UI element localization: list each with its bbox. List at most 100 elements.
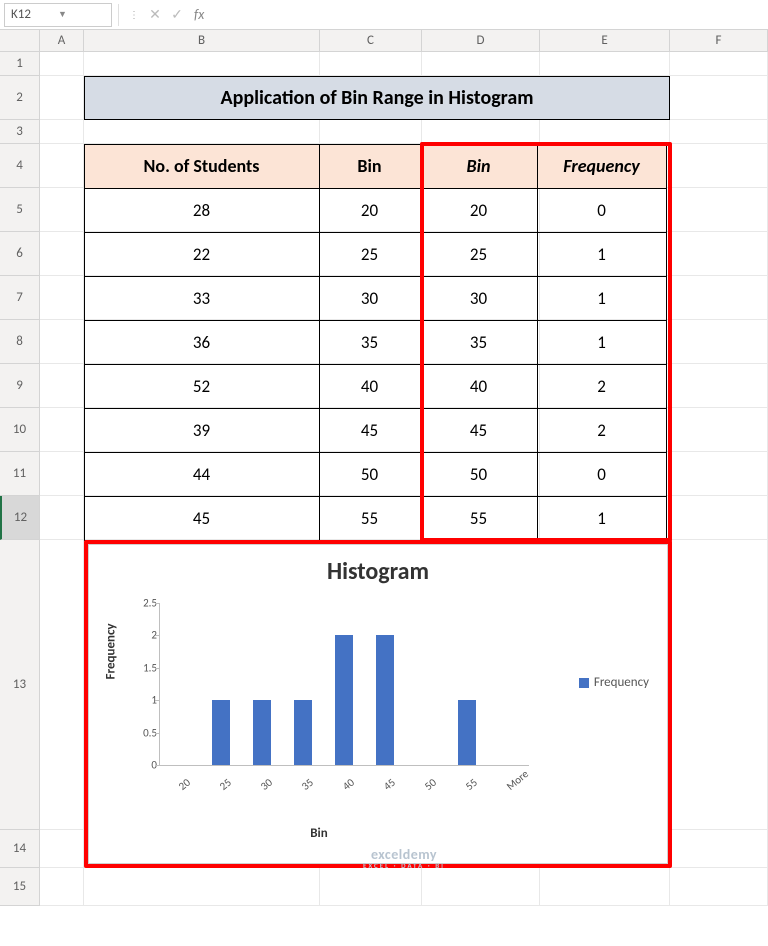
row-header[interactable]: 7: [0, 276, 39, 320]
table-cell[interactable]: 45: [420, 408, 538, 453]
table-cell[interactable]: 50: [420, 452, 538, 497]
chart-bar: [253, 700, 271, 765]
table-cell[interactable]: 25: [420, 232, 538, 277]
y-tick-mark: [155, 733, 159, 734]
table-row: 3635351: [84, 320, 666, 364]
legend-label: Frequency: [594, 675, 649, 690]
table-cell[interactable]: 35: [319, 320, 421, 365]
name-box[interactable]: K12 ▼: [4, 3, 112, 27]
bars-area: [159, 603, 529, 765]
table-row: 2820200: [84, 188, 666, 232]
dots-icon: ⋮: [129, 8, 140, 21]
table-cell[interactable]: 1: [537, 320, 667, 365]
table-cell[interactable]: 44: [84, 452, 320, 497]
table-header[interactable]: No. of Students: [84, 144, 320, 189]
row-header-selected[interactable]: 12: [0, 496, 39, 540]
table-cell[interactable]: 45: [319, 408, 421, 453]
fx-icon[interactable]: fx: [194, 6, 204, 23]
table-cell[interactable]: 30: [319, 276, 421, 321]
page-title[interactable]: Application of Bin Range in Histogram: [84, 76, 670, 120]
spreadsheet-grid: A B C D E F 1 2 3 4 5 6 7 8 9 10 11 12 1…: [0, 30, 768, 906]
table-cell[interactable]: 55: [420, 496, 538, 541]
chart-bar: [335, 635, 353, 765]
x-tick-label: More: [504, 767, 531, 793]
table-row: 5240402: [84, 364, 666, 408]
col-header[interactable]: E: [540, 30, 670, 51]
table-cell[interactable]: 55: [319, 496, 421, 541]
select-all-corner[interactable]: [0, 30, 40, 51]
chevron-down-icon[interactable]: ▼: [58, 9, 105, 20]
x-labels: 2025303540455055More: [159, 769, 529, 799]
row-headers: 1 2 3 4 5 6 7 8 9 10 11 12 13 14 15: [0, 52, 40, 906]
x-tick-label: 30: [258, 776, 275, 793]
table-cell[interactable]: 1: [537, 232, 667, 277]
x-axis-line: [159, 765, 529, 766]
cancel-icon[interactable]: ✕: [144, 6, 166, 23]
table-cell[interactable]: 20: [420, 188, 538, 233]
row-header[interactable]: 6: [0, 232, 39, 276]
chart-bar: [294, 700, 312, 765]
table-row: 3330301: [84, 276, 666, 320]
table-cell[interactable]: 2: [537, 364, 667, 409]
col-header[interactable]: D: [422, 30, 540, 51]
row-header[interactable]: 3: [0, 120, 39, 144]
table-cell[interactable]: 35: [420, 320, 538, 365]
row-header[interactable]: 15: [0, 868, 39, 906]
col-header[interactable]: B: [84, 30, 320, 51]
histogram-chart[interactable]: Histogram Frequency 00.511.522.5 2025303…: [88, 544, 668, 864]
col-header[interactable]: F: [670, 30, 768, 51]
row-header[interactable]: 14: [0, 830, 39, 868]
table-cell[interactable]: 39: [84, 408, 320, 453]
chart-legend: Frequency: [579, 675, 649, 690]
col-header[interactable]: C: [320, 30, 422, 51]
table-cell[interactable]: 1: [537, 496, 667, 541]
row-header[interactable]: 8: [0, 320, 39, 364]
table-row: 4450500: [84, 452, 666, 496]
row-header[interactable]: 4: [0, 144, 39, 188]
row-header[interactable]: 11: [0, 452, 39, 496]
row-header[interactable]: 9: [0, 364, 39, 408]
table-header[interactable]: Bin: [319, 144, 421, 189]
x-tick-label: 35: [299, 776, 316, 793]
table-cell[interactable]: 20: [319, 188, 421, 233]
table-cell[interactable]: 28: [84, 188, 320, 233]
table-cell[interactable]: 22: [84, 232, 320, 277]
y-axis-label: Frequency: [104, 623, 119, 679]
table-cell[interactable]: 0: [537, 188, 667, 233]
chart-bar: [376, 635, 394, 765]
table-header[interactable]: Frequency: [537, 144, 667, 189]
chart-bar: [212, 700, 230, 765]
y-tick-mark: [155, 603, 159, 604]
row-header[interactable]: 5: [0, 188, 39, 232]
table-cell[interactable]: 45: [84, 496, 320, 541]
table-cell[interactable]: 25: [319, 232, 421, 277]
separator: [118, 4, 119, 26]
cells-area[interactable]: Application of Bin Range in Histogram No…: [40, 52, 768, 906]
table-cell[interactable]: 50: [319, 452, 421, 497]
data-table: No. of Students Bin Bin Frequency 282020…: [84, 144, 666, 540]
row-header[interactable]: 10: [0, 408, 39, 452]
table-cell[interactable]: 30: [420, 276, 538, 321]
col-header[interactable]: A: [40, 30, 84, 51]
chart-title: Histogram: [89, 545, 667, 586]
table-cell[interactable]: 33: [84, 276, 320, 321]
row-header[interactable]: 13: [0, 540, 39, 830]
table-header[interactable]: Bin: [420, 144, 538, 189]
chart-bar: [458, 700, 476, 765]
column-headers: A B C D E F: [0, 30, 768, 52]
table-cell[interactable]: 40: [420, 364, 538, 409]
y-tick-mark: [155, 668, 159, 669]
x-tick-label: 45: [381, 776, 398, 793]
row-header[interactable]: 1: [0, 52, 39, 76]
table-cell[interactable]: 1: [537, 276, 667, 321]
table-cell[interactable]: 52: [84, 364, 320, 409]
table-cell[interactable]: 36: [84, 320, 320, 365]
legend-color-icon: [579, 678, 589, 688]
row-header[interactable]: 2: [0, 76, 39, 120]
table-cell[interactable]: 40: [319, 364, 421, 409]
table-cell[interactable]: 2: [537, 408, 667, 453]
check-icon[interactable]: ✓: [166, 6, 188, 23]
table-cell[interactable]: 0: [537, 452, 667, 497]
name-box-value: K12: [11, 7, 58, 22]
x-tick-label: 20: [176, 776, 193, 793]
